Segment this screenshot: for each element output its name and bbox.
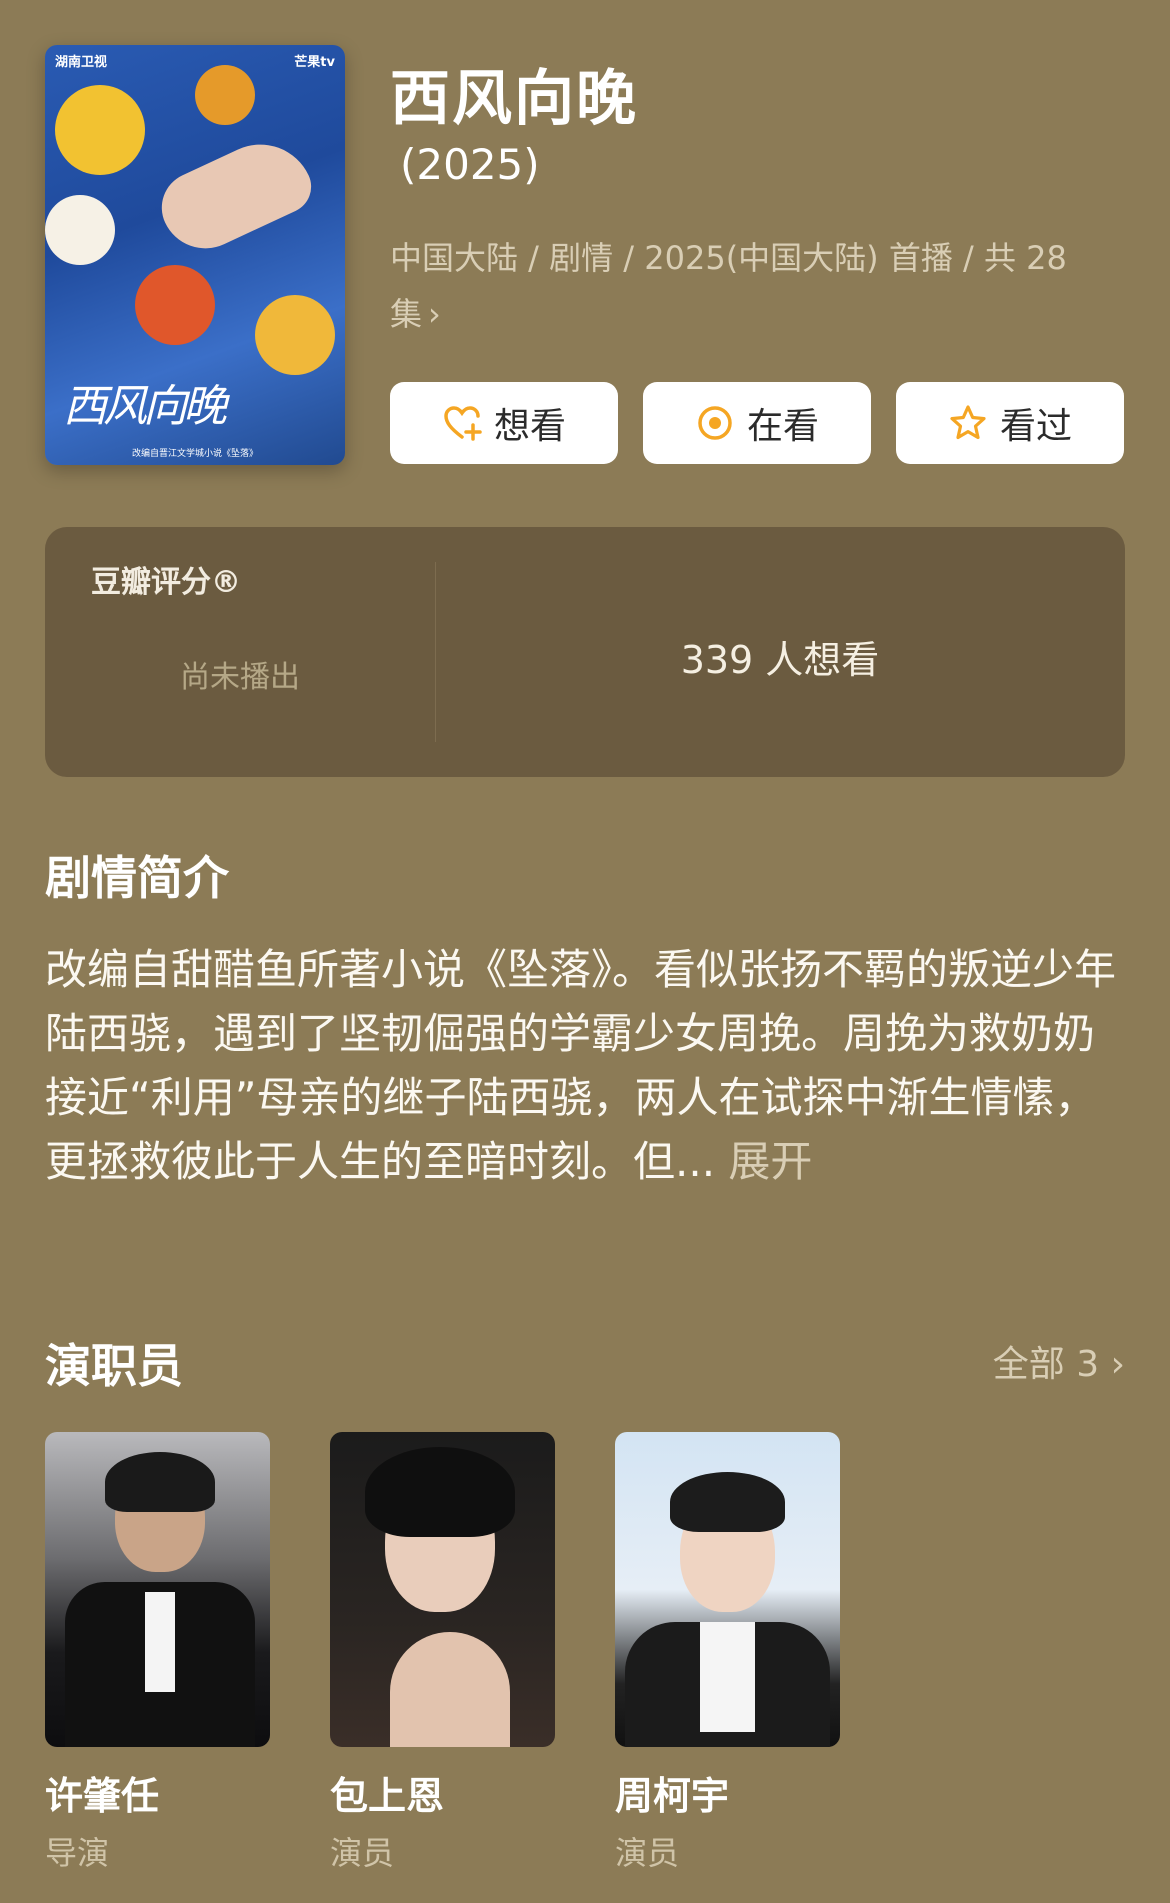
- poster-calligraphy: 西风向晚: [63, 381, 227, 432]
- cast-card[interactable]: 包上恩 演员: [330, 1432, 555, 1874]
- show-meta-text: 中国大陆 / 剧情 / 2025(中国大陆) 首播 / 共 28 集: [390, 239, 1067, 333]
- poster-flower: [135, 265, 215, 345]
- rating-panel[interactable]: 豆瓣评分® 尚未播出 339 人想看: [45, 527, 1125, 777]
- cast-role: 演员: [330, 1834, 395, 1872]
- cast-name: 许肇任: [45, 1774, 160, 1818]
- poster-hand: [150, 127, 320, 263]
- poster-flower: [195, 65, 255, 125]
- cast-photo: [45, 1432, 270, 1747]
- watching-button[interactable]: 在看: [643, 382, 871, 464]
- cast-name: 周柯宇: [615, 1774, 730, 1818]
- synopsis-text: 改编自甜醋鱼所著小说《坠落》。看似张扬不羁的叛逆少年陆西骁，遇到了坚韧倔强的学霸…: [45, 945, 1117, 1186]
- heart-plus-icon: [444, 406, 482, 441]
- poster-flower: [45, 195, 115, 265]
- watched-label: 看过: [999, 406, 1072, 447]
- cast-photo: [615, 1432, 840, 1747]
- poster-flower: [255, 295, 335, 375]
- cast-view-all-link[interactable]: 全部 3 ›: [993, 1335, 1125, 1387]
- cast-heading: 演职员: [45, 1339, 183, 1393]
- poster-footer: 改编自晋江文学城小说《坠落》: [131, 449, 258, 459]
- cast-card[interactable]: 周柯宇 演员: [615, 1432, 840, 1874]
- poster-brand-right: 芒果tv: [294, 55, 335, 70]
- cast-role: 演员: [615, 1834, 680, 1872]
- cast-card[interactable]: 许肇任 导演: [45, 1432, 270, 1874]
- synopsis-text-block: 改编自甜醋鱼所著小说《坠落》。看似张扬不羁的叛逆少年陆西骁，遇到了坚韧倔强的学霸…: [45, 938, 1125, 1194]
- show-meta-link[interactable]: 中国大陆 / 剧情 / 2025(中国大陆) 首播 / 共 28 集 ›: [390, 230, 1090, 342]
- watched-button[interactable]: 看过: [896, 382, 1124, 464]
- expand-link[interactable]: 展开: [728, 1137, 812, 1186]
- target-icon: [698, 406, 732, 440]
- want-to-watch-button[interactable]: 想看: [390, 382, 618, 464]
- cast-photo: [330, 1432, 555, 1747]
- chevron-right-icon: ›: [428, 295, 441, 333]
- want-label: 想看: [493, 406, 566, 447]
- rating-status: 尚未播出: [180, 660, 300, 695]
- show-year: (2025): [400, 140, 540, 189]
- poster-image[interactable]: 湖南卫视 芒果tv 西风向晚 改编自晋江文学城小说《坠落》: [45, 45, 345, 465]
- cast-role: 导演: [45, 1834, 110, 1872]
- poster-brand-left: 湖南卫视: [55, 55, 108, 70]
- poster-flower: [55, 85, 145, 175]
- show-title: 西风向晚: [390, 64, 638, 134]
- watching-label: 在看: [746, 406, 819, 447]
- synopsis-heading: 剧情简介: [45, 851, 229, 905]
- cast-name: 包上恩: [330, 1774, 445, 1818]
- wish-count: 339 人想看: [680, 638, 880, 682]
- star-icon: [950, 405, 986, 440]
- douban-rating-label: 豆瓣评分®: [91, 565, 241, 600]
